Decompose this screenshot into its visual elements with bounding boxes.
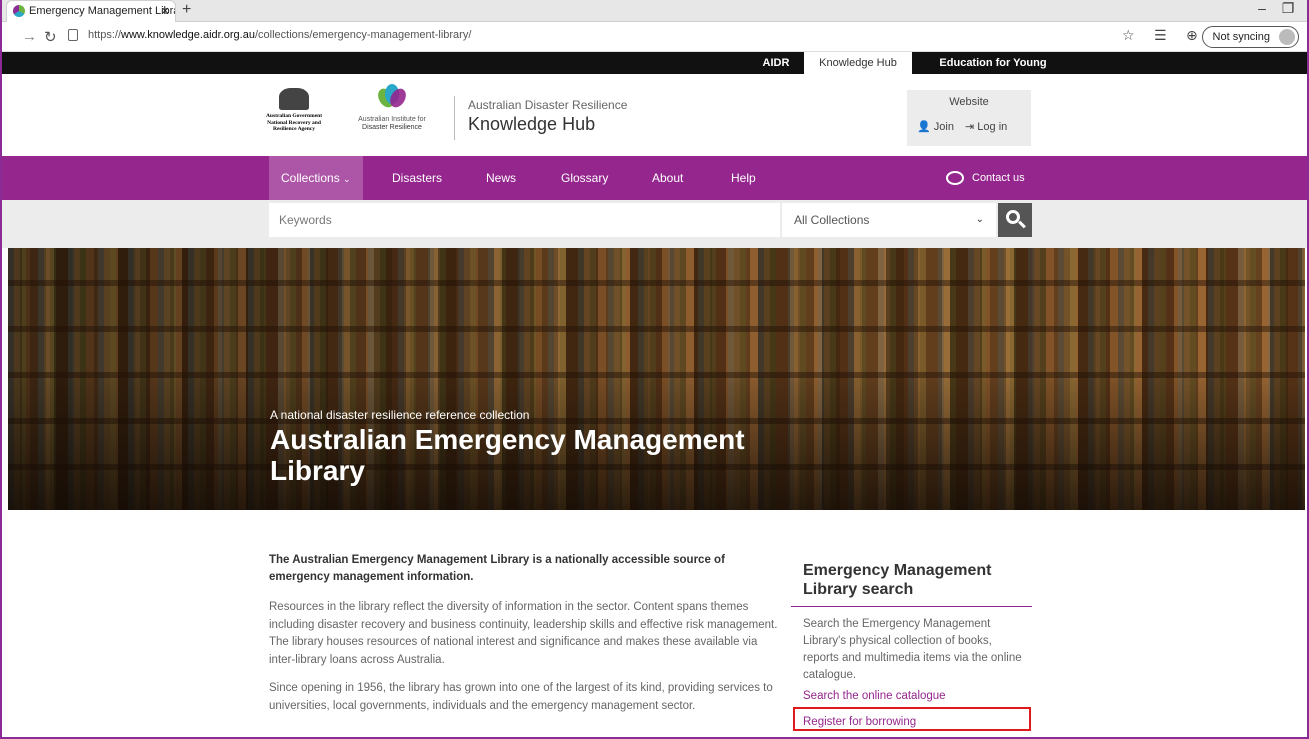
profile-avatar-icon xyxy=(1279,29,1295,45)
body-paragraph-2: Since opening in 1956, the library has g… xyxy=(269,682,773,712)
window-controls: – ❐ xyxy=(1249,0,1301,17)
contact-label: Contact us xyxy=(972,172,1025,184)
sync-button[interactable]: Not syncing xyxy=(1201,26,1299,48)
tab-title: Emergency Management Library xyxy=(29,5,176,17)
chevron-down-icon: ⌄ xyxy=(975,214,984,225)
coat-of-arms-icon xyxy=(279,88,309,110)
collection-selected: All Collections xyxy=(794,213,870,227)
url-prefix: https:// xyxy=(88,29,122,41)
topbar-item-aidr[interactable]: AIDR xyxy=(748,52,804,74)
search-catalogue-link[interactable]: Search the online catalogue xyxy=(803,690,946,702)
favorites-list-icon[interactable]: ☰ xyxy=(1154,27,1167,44)
site-topbar: AIDR Knowledge Hub Education for Young P… xyxy=(2,52,1307,91)
nav-item-glossary[interactable]: Glossary xyxy=(561,156,608,200)
australian-government-logo[interactable]: Australian Government National Recovery … xyxy=(260,88,328,133)
site-subtitle: Australian Disaster Resilience xyxy=(468,98,628,112)
gov-line-3: Resilience Agency xyxy=(272,126,315,132)
sidebar-title: Emergency Management Library search xyxy=(803,562,992,598)
nav-item-about[interactable]: About xyxy=(652,156,683,200)
url-host: www.knowledge.aidr.org.au xyxy=(121,29,255,41)
body-paragraph-1: Resources in the library reflect the div… xyxy=(269,601,778,666)
sync-label: Not syncing xyxy=(1212,31,1270,43)
browser-tab[interactable]: Emergency Management Library × xyxy=(6,0,176,22)
intro-text: The Australian Emergency Management Libr… xyxy=(269,554,725,583)
topbar-item-education[interactable]: Education for Young People xyxy=(922,52,1064,91)
url-field[interactable]: https://www.knowledge.aidr.org.au/collec… xyxy=(88,29,471,41)
address-bar: → ↻ https://www.knowledge.aidr.org.au/co… xyxy=(2,22,1307,52)
hero-title: Australian Emergency Management Library xyxy=(270,424,745,486)
sidebar-divider xyxy=(791,606,1032,607)
site-title[interactable]: Knowledge Hub xyxy=(468,114,595,135)
site-favicon-icon xyxy=(13,5,25,17)
join-label: Join xyxy=(933,121,954,133)
minimize-icon[interactable]: – xyxy=(1249,0,1275,16)
website-label: Website xyxy=(949,96,989,108)
sidebar-text: Search the Emergency Management Library'… xyxy=(803,618,1022,681)
lock-icon[interactable] xyxy=(68,29,78,41)
login-button[interactable]: ⇥ Log in xyxy=(965,120,1007,133)
collections-icon[interactable]: ⊕ xyxy=(1186,27,1198,44)
highlight-box xyxy=(793,707,1031,731)
main-nav: Collections ⌄ Disasters News Glossary Ab… xyxy=(2,156,1307,200)
aidr-logo[interactable]: Australian Institute for Disaster Resili… xyxy=(352,84,432,132)
chevron-down-icon: ⌄ xyxy=(343,174,351,184)
aidr-line-1: Australian Institute for xyxy=(358,116,426,123)
nav-collections-label: Collections xyxy=(281,171,340,185)
tab-close-icon[interactable]: × xyxy=(161,1,169,21)
gov-line-1: Australian Government xyxy=(265,113,323,119)
website-panel: Website 👤 Join ⇥ Log in xyxy=(907,90,1031,146)
url-path: /collections/emergency-management-librar… xyxy=(254,29,472,41)
back-arrow-icon[interactable]: → xyxy=(22,28,37,45)
nav-item-disasters[interactable]: Disasters xyxy=(392,156,442,200)
nav-item-help[interactable]: Help xyxy=(731,156,756,200)
nav-item-collections[interactable]: Collections ⌄ xyxy=(269,156,363,200)
search-button[interactable] xyxy=(998,203,1032,237)
reload-icon[interactable]: ↻ xyxy=(44,28,57,46)
favorite-star-icon[interactable]: ☆ xyxy=(1122,27,1135,44)
hero-kicker: A national disaster resilience reference… xyxy=(270,408,530,422)
browser-window: Emergency Management Library × + – ❐ → ↻ … xyxy=(0,0,1309,739)
nav-item-news[interactable]: News xyxy=(486,156,516,200)
login-icon: ⇥ xyxy=(965,121,975,133)
aidr-line-2: Disaster Resilience xyxy=(362,124,422,131)
contact-us-link[interactable]: Contact us xyxy=(946,156,1025,200)
keywords-input[interactable] xyxy=(269,203,780,237)
search-bar: All Collections ⌄ xyxy=(2,200,1307,248)
chat-bubble-icon xyxy=(946,171,964,186)
user-icon: 👤 xyxy=(917,121,931,133)
site-header: Australian Government National Recovery … xyxy=(2,74,1307,156)
tab-strip: Emergency Management Library × + – ❐ xyxy=(2,0,1307,22)
topbar-item-knowledge-hub[interactable]: Knowledge Hub xyxy=(804,52,912,74)
login-label: Log in xyxy=(977,121,1008,133)
header-divider xyxy=(454,96,455,140)
new-tab-icon[interactable]: + xyxy=(182,1,191,19)
collection-select[interactable]: All Collections ⌄ xyxy=(782,203,996,237)
join-button[interactable]: 👤 Join xyxy=(917,120,954,133)
restore-icon[interactable]: ❐ xyxy=(1275,0,1301,17)
hero-banner: A national disaster resilience reference… xyxy=(8,248,1305,510)
aidr-flower-icon xyxy=(374,84,410,112)
